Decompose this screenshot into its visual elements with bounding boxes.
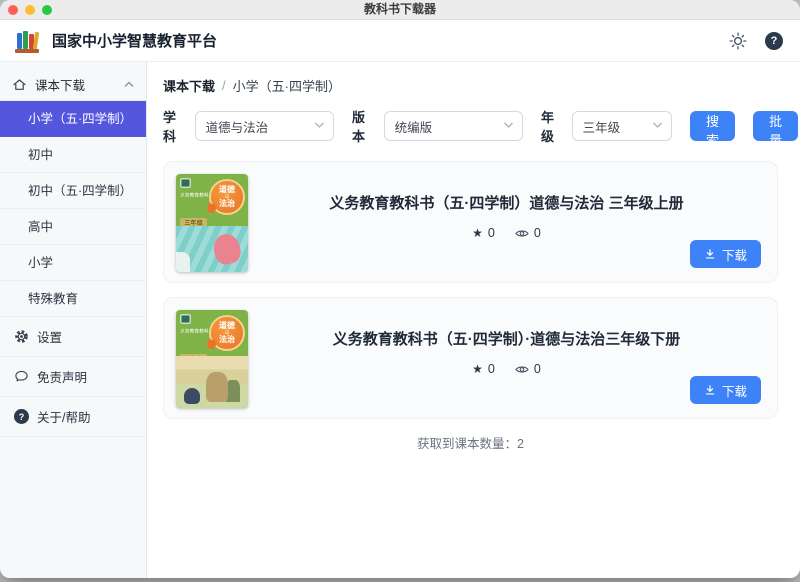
result-count: 获取到课本数量：2	[163, 433, 778, 452]
download-button[interactable]: 下载	[690, 240, 761, 268]
subject-select[interactable]: 道德与法治	[195, 111, 334, 141]
star-icon: ★	[472, 226, 483, 240]
edition-select[interactable]: 统编版	[384, 111, 523, 141]
breadcrumb: 课本下载 / 小学（五·四学制）	[163, 76, 778, 95]
chevron-down-icon	[503, 121, 514, 129]
home-icon	[12, 77, 27, 92]
sidebar-sub-list: 小学（五·四学制） 初中 初中（五·四学制） 高中 小学 特殊教育	[0, 100, 146, 317]
sidebar-item-settings[interactable]: 设置	[0, 317, 146, 357]
search-button[interactable]: 搜索	[690, 111, 735, 141]
breadcrumb-separator: /	[222, 78, 226, 93]
sidebar-item-label: 关于/帮助	[37, 407, 90, 426]
filter-bar: 学科 道德与法治 版本 统编版	[163, 107, 778, 145]
zoom-window-button[interactable]	[42, 5, 52, 15]
window-title: 教科书下载器	[0, 0, 800, 19]
question-icon: ?	[14, 409, 29, 424]
cover-illustration	[176, 356, 248, 408]
view-count-value: 0	[534, 226, 541, 240]
star-count: ★ 0	[472, 226, 495, 240]
edition-filter-label: 版本	[352, 107, 376, 145]
sidebar-item-senior[interactable]: 高中	[0, 209, 146, 245]
book-card: 义务教育教科书 道德 与 法治 三年级 上册 义务教育教科书（五·四学制）道德与…	[163, 161, 778, 283]
eye-icon	[515, 364, 529, 375]
edition-select-value: 统编版	[395, 117, 433, 136]
minimize-window-button[interactable]	[25, 5, 35, 15]
sidebar-item-disclaimer[interactable]: 免责声明	[0, 357, 146, 397]
cover-subject-badge: 道德 与 法治	[209, 179, 245, 215]
publisher-logo	[180, 178, 191, 188]
traffic-lights	[8, 5, 52, 15]
book-title: 义务教育教科书（五·四学制）道德与法治 三年级上册	[329, 192, 683, 213]
sidebar-item-label: 设置	[37, 327, 62, 346]
star-icon: ★	[472, 362, 483, 376]
publisher-logo	[180, 314, 191, 324]
books-logo-icon	[14, 29, 42, 53]
chevron-up-icon	[124, 81, 134, 88]
chevron-down-icon	[652, 121, 663, 129]
breadcrumb-current: 小学（五·四学制）	[233, 76, 341, 95]
cover-illustration	[176, 226, 248, 272]
question-icon: ?	[765, 32, 783, 50]
app-header: 国家中小学智慧教育平台 ?	[0, 20, 800, 62]
sidebar-item-junior-54[interactable]: 初中（五·四学制）	[0, 173, 146, 209]
star-count-value: 0	[488, 362, 495, 376]
sidebar-group-label: 课本下载	[35, 75, 85, 94]
book-cover-image: 义务教育教科书 道德 与 法治 三年级 下册	[176, 310, 248, 408]
sidebar-item-about-help[interactable]: ? 关于/帮助	[0, 397, 146, 437]
book-card: 义务教育教科书 道德 与 法治 三年级 下册 义务教育教科书（五·四学制）·道德…	[163, 297, 778, 419]
view-count-value: 0	[534, 362, 541, 376]
sidebar-item-junior[interactable]: 初中	[0, 137, 146, 173]
grade-filter-label: 年级	[541, 107, 564, 145]
download-button-label: 下载	[722, 381, 747, 400]
subject-filter-label: 学科	[163, 107, 187, 145]
view-count: 0	[515, 226, 541, 240]
batch-download-button[interactable]: 批量下载	[753, 111, 798, 141]
main-content: 课本下载 / 小学（五·四学制） 学科 道德与法治 版本	[147, 62, 800, 578]
book-title: 义务教育教科书（五·四学制）·道德与法治三年级下册	[333, 328, 681, 349]
book-stats: ★ 0 0	[472, 226, 541, 240]
cover-subject-badge: 道德 与 法治	[209, 315, 245, 351]
sidebar-item-primary-54[interactable]: 小学（五·四学制）	[0, 101, 146, 137]
titlebar: 教科书下载器	[0, 0, 800, 20]
sidebar-item-special-education[interactable]: 特殊教育	[0, 281, 146, 317]
grade-select-value: 三年级	[583, 117, 621, 136]
star-count: ★ 0	[472, 362, 495, 376]
book-stats: ★ 0 0	[472, 362, 541, 376]
theme-toggle-sun-icon[interactable]	[728, 31, 748, 51]
sidebar-item-primary[interactable]: 小学	[0, 245, 146, 281]
close-window-button[interactable]	[8, 5, 18, 15]
subject-select-value: 道德与法治	[206, 117, 269, 136]
sidebar-item-label: 免责声明	[37, 367, 87, 386]
download-icon	[704, 248, 716, 260]
sidebar: 课本下载 小学（五·四学制） 初中 初中（五·四学制） 高中 小学 特殊教育	[0, 62, 147, 578]
help-button[interactable]: ?	[764, 31, 784, 51]
app-window: 教科书下载器 国家中小学智慧教育平台 ?	[0, 0, 800, 578]
view-count: 0	[515, 362, 541, 376]
book-cover-image: 义务教育教科书 道德 与 法治 三年级 上册	[176, 174, 248, 272]
sidebar-group-textbook-download[interactable]: 课本下载	[0, 68, 146, 100]
grade-select[interactable]: 三年级	[572, 111, 672, 141]
gear-icon	[14, 329, 29, 344]
chat-bubble-icon	[14, 369, 29, 384]
download-button[interactable]: 下载	[690, 376, 761, 404]
chevron-down-icon	[314, 121, 325, 129]
download-button-label: 下载	[722, 245, 747, 264]
app-title: 国家中小学智慧教育平台	[52, 30, 217, 51]
star-count-value: 0	[488, 226, 495, 240]
download-icon	[704, 384, 716, 396]
eye-icon	[515, 228, 529, 239]
breadcrumb-root[interactable]: 课本下载	[163, 76, 215, 95]
